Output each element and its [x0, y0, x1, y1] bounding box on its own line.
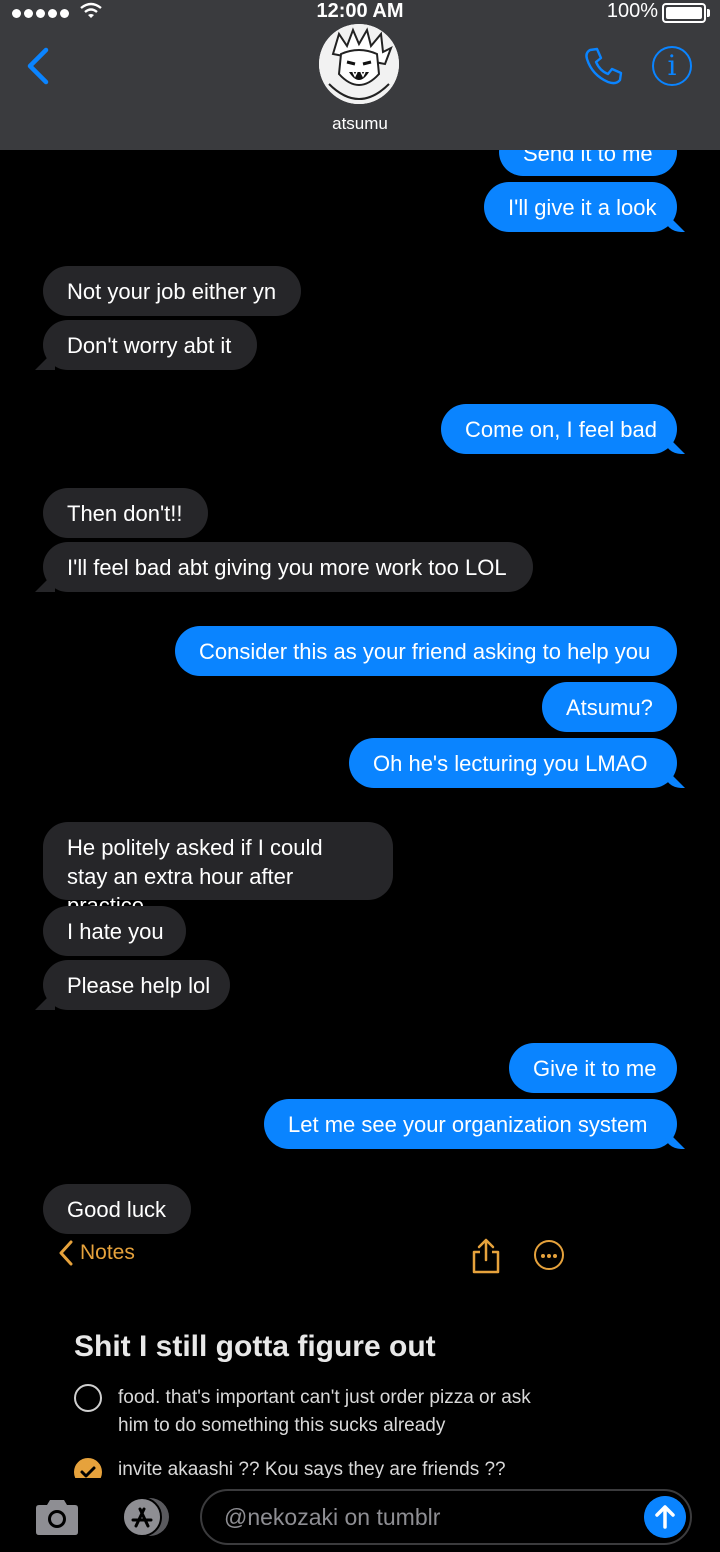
message-input[interactable]: @nekozaki on tumblr [200, 1489, 692, 1545]
message-bubble-received[interactable]: He politely asked if I could stay an ext… [43, 822, 393, 918]
more-icon [534, 1240, 564, 1270]
message-text: Not your job either yn [67, 279, 277, 304]
message-text: Don't worry abt it [67, 333, 232, 358]
message-text: Consider this as your friend asking to h… [199, 639, 651, 664]
message-text: Then don't!! [67, 501, 183, 526]
message-bubble-received[interactable]: Good luck [43, 1184, 191, 1234]
share-icon [472, 1238, 500, 1274]
send-arrow-icon[interactable] [644, 1496, 686, 1538]
message-text: Please help lol [67, 973, 211, 998]
camera-icon[interactable] [34, 1498, 80, 1536]
message-bubble-received[interactable]: I'll feel bad abt giving you more work t… [43, 542, 533, 592]
message-text: Oh he's lecturing you LMAO [373, 751, 648, 776]
notes-back-link: Notes [58, 1240, 135, 1266]
back-chevron-icon [59, 1240, 73, 1266]
message-bubble-sent[interactable]: Oh he's lecturing you LMAO [349, 738, 677, 788]
message-text: I'll feel bad abt giving you more work t… [67, 555, 507, 580]
message-bubble-received[interactable]: I hate you [43, 906, 186, 956]
app-store-icon[interactable] [116, 1496, 172, 1538]
checklist-item-text: food. that's important can't just order … [118, 1387, 531, 1436]
message-text: Give it to me [533, 1056, 657, 1081]
message-text: Atsumu? [566, 695, 653, 720]
info-icon[interactable]: i [652, 46, 692, 86]
message-bubble-received[interactable]: Then don't!! [43, 488, 208, 538]
message-text: Come on, I feel bad [465, 417, 658, 442]
battery-icon [662, 3, 710, 23]
message-bubble-sent[interactable]: Atsumu? [542, 682, 677, 732]
message-bubble-received[interactable]: Don't worry abt it [43, 320, 257, 370]
note-title: Shit I still gotta figure out [74, 1330, 436, 1363]
checklist-checkbox [74, 1384, 102, 1412]
status-bar: 12:00 AM 100% [0, 0, 720, 26]
message-bubble-sent[interactable]: Give it to me [509, 1043, 677, 1093]
notes-back-label: Notes [80, 1241, 135, 1264]
phone-icon[interactable] [582, 45, 624, 87]
message-bubble-sent[interactable]: Come on, I feel bad [441, 404, 677, 454]
battery-percentage: 100% [606, 0, 658, 22]
message-text: Good luck [67, 1197, 167, 1222]
conversation-header: 12:00 AM 100% atsumu i [0, 0, 720, 150]
message-bubble-sent[interactable]: I'll give it a look [484, 182, 677, 232]
avatar[interactable] [319, 24, 399, 104]
message-text: Let me see your organization system [288, 1112, 648, 1137]
message-bubble-received[interactable]: Not your job either yn [43, 266, 301, 316]
contact-name[interactable]: atsumu [0, 114, 720, 134]
message-bubble-sent[interactable]: Let me see your organization system [264, 1099, 677, 1149]
message-bubble-sent[interactable]: Consider this as your friend asking to h… [175, 626, 677, 676]
message-text: I'll give it a look [508, 195, 657, 220]
back-chevron-icon[interactable] [20, 46, 56, 86]
avatar-illustration [319, 24, 399, 104]
message-text: I hate you [67, 919, 164, 944]
message-bubble-received[interactable]: Please help lol [43, 960, 230, 1010]
